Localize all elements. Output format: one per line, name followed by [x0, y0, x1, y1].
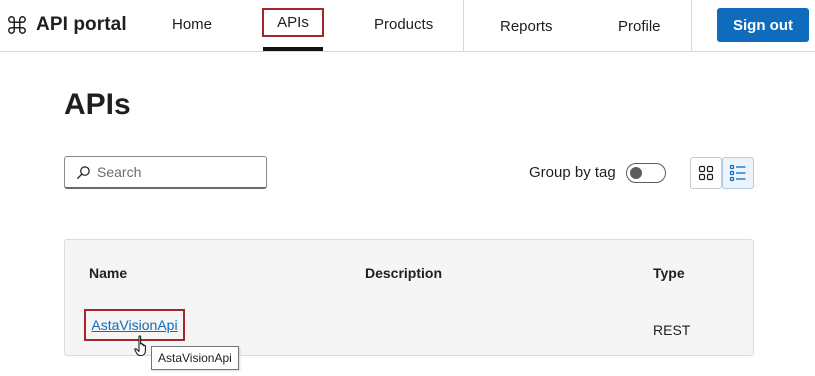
nav-products[interactable]: Products [374, 16, 433, 33]
search-input[interactable] [97, 164, 257, 180]
top-navigation-bar: API portal Home APIs Products Reports Pr… [0, 0, 815, 52]
column-header-type: Type [653, 265, 685, 281]
grid-view-button[interactable] [690, 157, 722, 189]
brand-title: API portal [36, 14, 127, 35]
group-by-tag-label: Group by tag [529, 164, 616, 181]
search-icon [77, 165, 90, 179]
link-tooltip: AstaVisionApi [151, 346, 239, 370]
nav-divider [463, 0, 464, 52]
page-title: APIs [64, 88, 131, 121]
toggle-knob [630, 167, 642, 179]
command-icon [8, 16, 26, 34]
group-by-tag-toggle[interactable] [626, 163, 666, 183]
column-header-description: Description [365, 265, 443, 281]
hand-cursor-icon [134, 335, 146, 357]
sign-out-button[interactable]: Sign out [717, 8, 809, 42]
nav-profile[interactable]: Profile [618, 18, 661, 35]
nav-apis[interactable]: APIs [262, 8, 324, 37]
nav-home[interactable]: Home [172, 16, 212, 33]
nav-reports[interactable]: Reports [500, 18, 553, 35]
column-header-name: Name [89, 265, 128, 281]
api-link-astavisionapi[interactable]: AstaVisionApi [91, 317, 177, 333]
nav-divider [691, 0, 692, 52]
api-type-cell: REST [653, 322, 691, 338]
brand[interactable]: API portal [6, 12, 127, 38]
list-view-button[interactable] [722, 157, 754, 189]
grid-view-icon [698, 165, 714, 181]
active-tab-indicator [263, 47, 323, 51]
search-box[interactable] [64, 156, 267, 189]
list-view-icon [729, 164, 746, 182]
